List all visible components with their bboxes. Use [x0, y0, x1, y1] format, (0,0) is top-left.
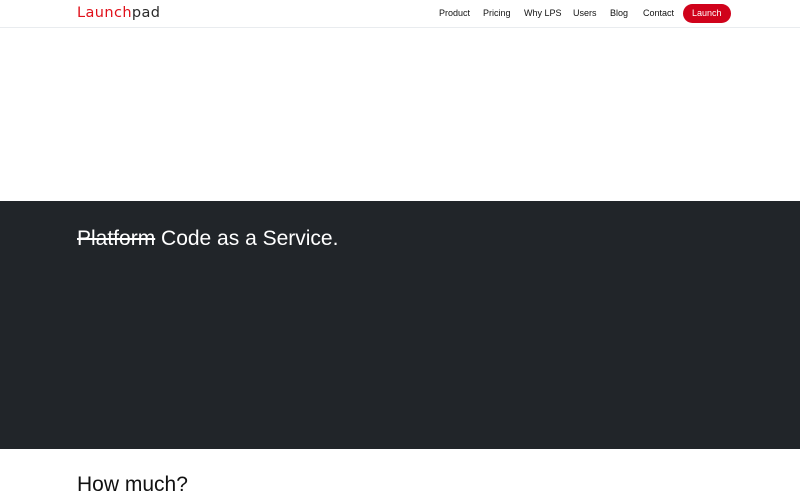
brand-part-pad: pad [131, 5, 161, 21]
feature-heading: Platform Code as a Service. [77, 227, 338, 251]
nav-link-users[interactable]: Users [573, 8, 597, 19]
hero-area [0, 29, 800, 201]
launch-button[interactable]: Launch [683, 4, 731, 23]
nav-link-why-lps[interactable]: Why LPS [524, 8, 562, 19]
nav-link-product[interactable]: Product [439, 8, 470, 19]
pricing-heading: How much? [77, 473, 188, 496]
nav-link-contact[interactable]: Contact [643, 8, 674, 19]
nav-link-blog[interactable]: Blog [610, 8, 628, 19]
feature-heading-text: Code as a Service. [155, 227, 339, 250]
brand-part-launch: Launch [77, 5, 132, 21]
dark-feature-band: Platform Code as a Service. [0, 201, 800, 449]
struck-word: Platform [77, 227, 156, 250]
top-navbar: Launchpad Product Pricing Why LPS Users … [0, 0, 800, 28]
nav-link-pricing[interactable]: Pricing [483, 8, 511, 19]
brand-logo[interactable]: Launchpad [77, 4, 160, 22]
pricing-section: How much? [0, 449, 800, 496]
